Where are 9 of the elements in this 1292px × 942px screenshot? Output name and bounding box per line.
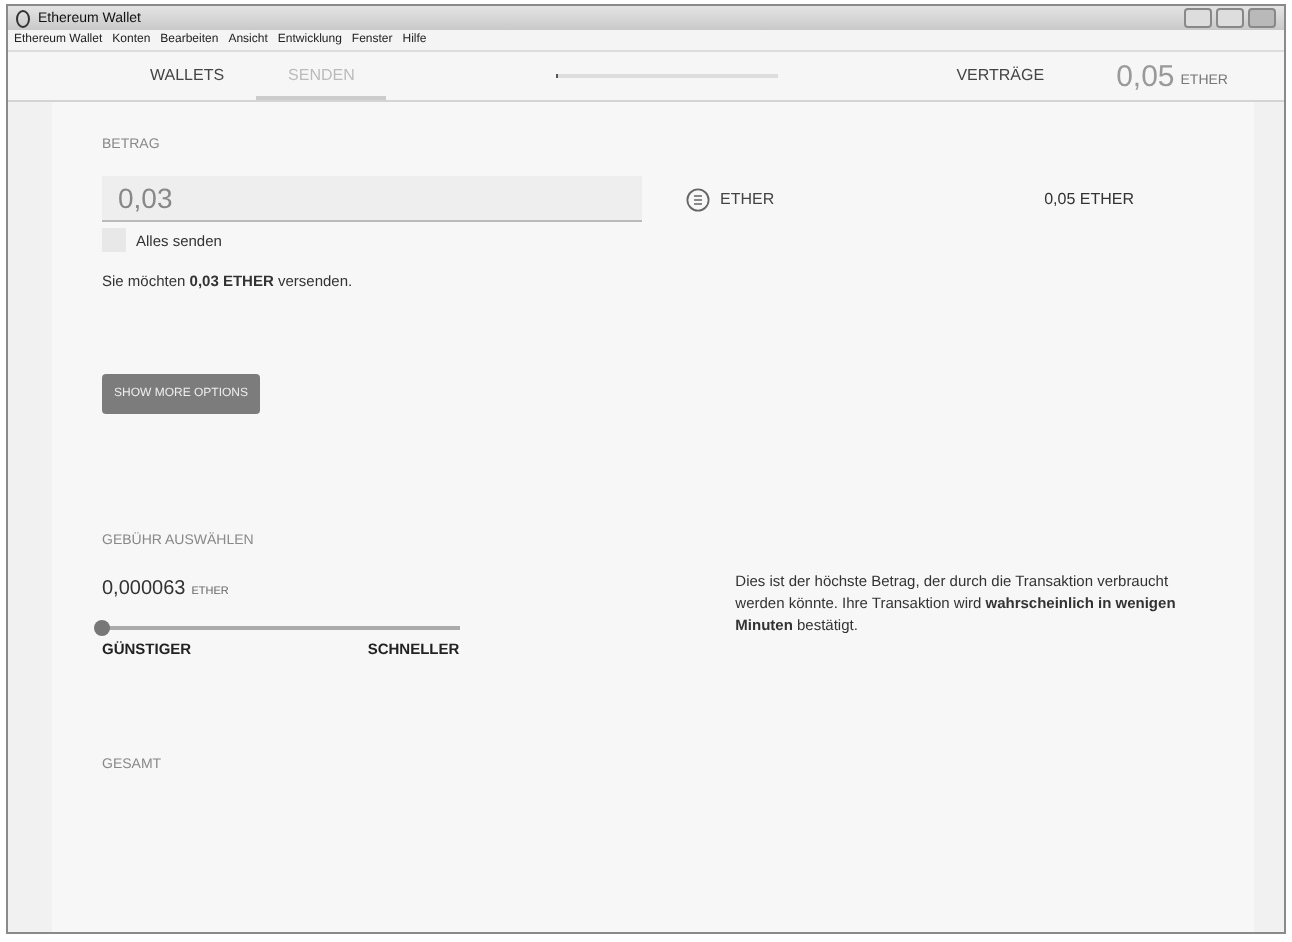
app-logo-icon xyxy=(16,9,30,27)
nav-tab[interactable]: WALLETS xyxy=(118,53,257,99)
unit-label: ETHER xyxy=(720,190,775,208)
available-balance: 0,05 ETHER xyxy=(1044,190,1134,208)
ether-icon xyxy=(686,187,710,211)
fee-amount: 0,000063 xyxy=(102,578,186,600)
nav-tab[interactable]: VERTRÄGE xyxy=(924,53,1077,99)
balance-amount: 0,05 xyxy=(1116,59,1175,93)
slider-thumb[interactable] xyxy=(94,620,110,636)
